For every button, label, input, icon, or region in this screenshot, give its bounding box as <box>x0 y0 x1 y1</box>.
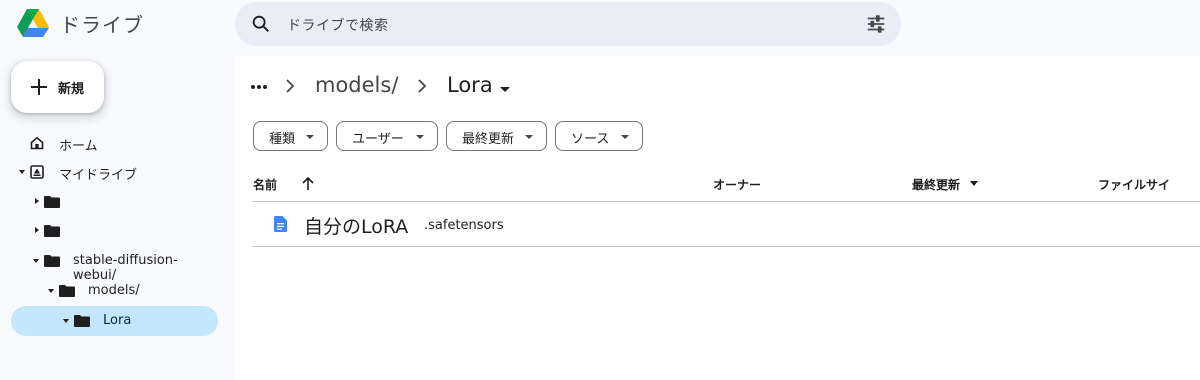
filter-user-chip[interactable]: ユーザー <box>336 121 438 151</box>
chevron-down-icon <box>416 135 424 139</box>
chip-label: ソース <box>571 132 610 147</box>
search-options-icon[interactable] <box>865 13 887 35</box>
file-extension: .safetensors <box>424 218 504 233</box>
column-header-owner[interactable]: オーナー <box>713 176 761 193</box>
chevron-down-icon <box>306 135 314 139</box>
chevron-down-icon <box>621 135 629 139</box>
search-input[interactable]: ドライブで検索 <box>287 15 389 35</box>
file-name: 自分のLoRA <box>304 216 409 238</box>
app-title[interactable]: ドライブ <box>60 9 144 38</box>
chevron-right-icon <box>286 79 295 93</box>
folder-icon <box>74 315 90 327</box>
home-icon <box>30 136 44 150</box>
chevron-down-icon <box>525 135 533 139</box>
more-dots-icon[interactable] <box>250 84 268 90</box>
chevron-right-icon <box>418 79 427 93</box>
file-list-panel: models/ Lora 種類 ユーザー 最終更新 ソース 名前 オーナー 最終… <box>234 56 1200 380</box>
chevron-right-icon[interactable] <box>35 227 39 233</box>
sidebar-folder-item[interactable] <box>11 187 218 217</box>
sidebar-item-models[interactable]: models/ <box>11 276 218 306</box>
arrow-up-icon[interactable] <box>301 175 315 191</box>
sidebar-folder-item[interactable] <box>11 216 218 246</box>
chip-label: ユーザー <box>352 132 404 147</box>
chip-label: 種類 <box>269 132 296 147</box>
breadcrumb-parent[interactable]: models/ <box>315 73 398 97</box>
sidebar-item-home[interactable]: ホーム <box>11 128 218 158</box>
sidebar-item-label: ホーム <box>59 139 98 154</box>
column-header-modified[interactable]: 最終更新 <box>912 176 960 193</box>
document-icon <box>274 216 287 232</box>
chevron-down-icon[interactable] <box>63 319 69 323</box>
filter-source-chip[interactable]: ソース <box>555 121 643 151</box>
chevron-right-icon[interactable] <box>35 198 39 204</box>
chip-label: 最終更新 <box>462 132 515 147</box>
sidebar-item-label: マイドライブ <box>59 168 138 183</box>
folder-icon <box>44 196 60 208</box>
my-drive-icon <box>30 165 44 179</box>
chevron-down-icon[interactable] <box>48 289 54 293</box>
top-bar: ドライブ ドライブで検索 <box>0 0 1200 48</box>
chevron-down-icon[interactable] <box>19 170 25 174</box>
new-button-label: 新規 <box>58 82 85 97</box>
sidebar-item-label: models/ <box>88 283 140 298</box>
sort-down-icon[interactable] <box>970 181 978 186</box>
sidebar-item-lora[interactable]: Lora <box>11 306 218 336</box>
chevron-down-icon[interactable] <box>33 259 39 263</box>
sidebar-item-label: Lora <box>103 313 132 328</box>
divider <box>252 246 1200 247</box>
breadcrumb-current[interactable]: Lora <box>447 73 493 97</box>
folder-icon <box>44 225 60 237</box>
sidebar-item-my-drive[interactable]: マイドライブ <box>11 157 218 187</box>
table-row[interactable]: 自分のLoRA .safetensors <box>252 202 1200 246</box>
filter-modified-chip[interactable]: 最終更新 <box>446 121 547 151</box>
drive-logo-icon[interactable] <box>16 6 50 40</box>
search-bar[interactable]: ドライブで検索 <box>235 2 901 46</box>
chevron-down-icon[interactable] <box>500 87 510 92</box>
filter-type-chip[interactable]: 種類 <box>253 121 328 151</box>
column-header-size[interactable]: ファイルサイ <box>1098 176 1170 193</box>
breadcrumb: models/ Lora <box>234 56 1200 118</box>
folder-icon <box>44 255 60 267</box>
search-icon[interactable] <box>250 13 272 35</box>
column-header-name[interactable]: 名前 <box>253 176 277 193</box>
new-button[interactable]: 新規 <box>11 61 104 113</box>
folder-icon <box>59 285 75 297</box>
sidebar-item-stable-diffusion-webui[interactable]: stable-diffusion-webui/ <box>11 246 218 283</box>
plus-icon <box>31 79 47 95</box>
